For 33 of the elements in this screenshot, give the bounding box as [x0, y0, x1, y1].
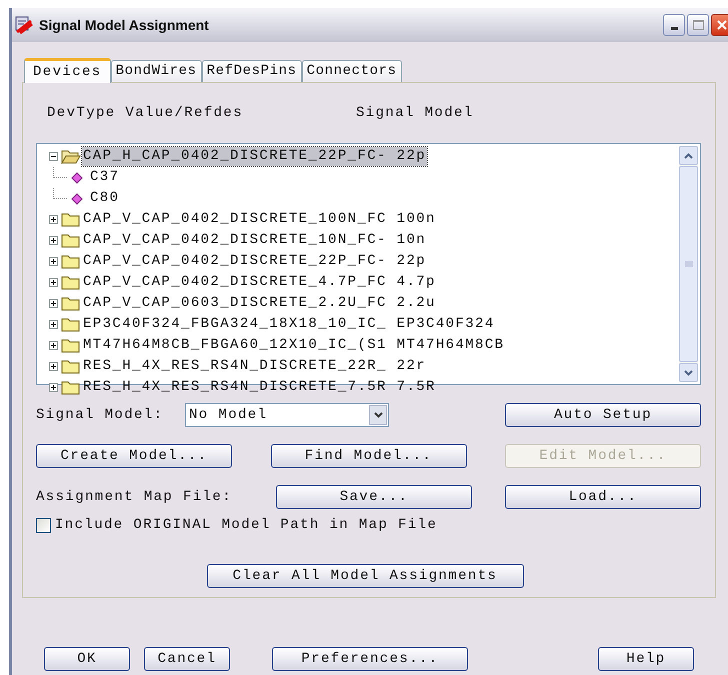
signal-model-dropdown[interactable]: No Model [185, 403, 389, 427]
tree-item[interactable]: CAP_V_CAP_0603_DISCRETE_2.2U_FC 2.2u [82, 294, 437, 313]
find-model-button[interactable]: Find Model... [270, 444, 466, 468]
save-button[interactable]: Save... [276, 485, 472, 509]
checkbox-label: Include ORIGINAL Model Path in Map File [55, 516, 438, 535]
tree-item[interactable]: RES_H_4X_RES_RS4N_DISCRETE_22R_ 22r [82, 357, 428, 376]
tree-item[interactable]: MT47H64M8CB_FBGA60_12X10_IC_(S1 MT47H64M8CB [82, 336, 506, 355]
tree-item[interactable]: CAP_V_CAP_0402_DISCRETE_4.7P_FC 4.7p [82, 273, 437, 292]
ok-button[interactable]: OK [44, 647, 130, 671]
tree-item[interactable]: CAP_V_CAP_0402_DISCRETE_10N_FC- 10n [82, 231, 428, 250]
field-label: Assignment Map File: [36, 488, 234, 506]
tree-item[interactable]: CAP_V_CAP_0402_DISCRETE_100N_FC 100n [82, 210, 437, 229]
tab[interactable]: Devices [24, 58, 111, 83]
clear-assignments-button[interactable]: Clear All Model Assignments [206, 564, 524, 588]
column-header: Signal Model [356, 104, 474, 122]
field-label: Signal Model: [36, 406, 164, 424]
auto-setup-button[interactable]: Auto Setup [505, 403, 701, 427]
tab[interactable]: RefDesPins [202, 60, 302, 82]
tree-item[interactable]: C80 [90, 189, 120, 208]
tree-item[interactable]: RES_H_4X_RES_RS4N_DISCRETE_7.5R 7.5R [82, 378, 437, 397]
help-button[interactable]: Help [598, 647, 694, 671]
tree-item[interactable]: EP3C40F324_FBGA324_18X18_10_IC_ EP3C40F324 [82, 315, 496, 334]
column-header: DevType Value/Refdes [47, 104, 244, 122]
tree-item[interactable]: CAP_V_CAP_0402_DISCRETE_22P_FC- 22p [82, 252, 428, 271]
preferences-button[interactable]: Preferences... [272, 647, 468, 671]
cancel-button[interactable]: Cancel [144, 647, 230, 671]
window-title: Signal Model Assignment [39, 16, 209, 35]
create-model-button[interactable]: Create Model... [36, 444, 232, 468]
load-button[interactable]: Load... [505, 485, 701, 509]
tab[interactable]: Connectors [302, 60, 402, 82]
tree-item[interactable]: C37 [90, 168, 120, 187]
tree-item[interactable]: CAP_H_CAP_0402_DISCRETE_22P_FC- 22p [82, 147, 428, 166]
tab[interactable]: BondWires [110, 60, 202, 82]
